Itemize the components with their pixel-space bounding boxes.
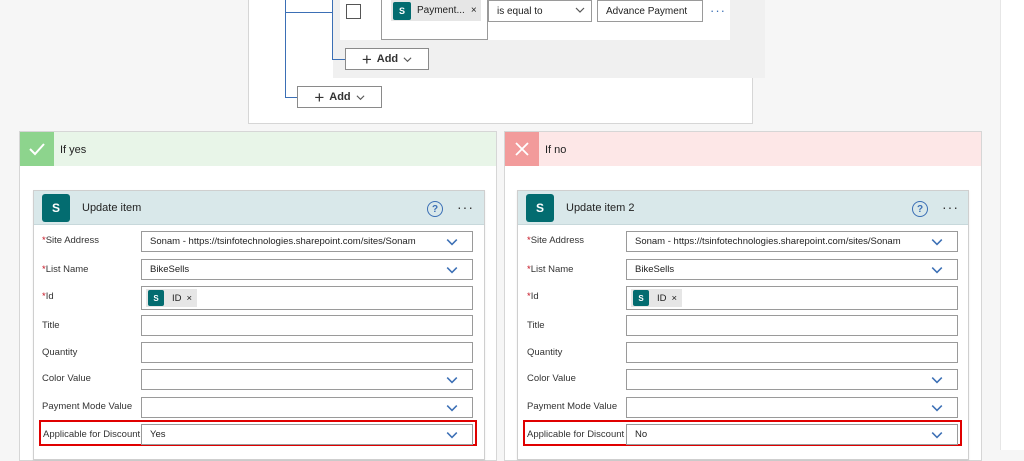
site-address-select[interactable]: Sonam - https://tsinfotechnologies.share… bbox=[626, 231, 958, 252]
site-address-select[interactable]: Sonam - https://tsinfotechnologies.share… bbox=[141, 231, 473, 252]
title-input[interactable] bbox=[626, 315, 958, 336]
discount-select[interactable]: No bbox=[626, 424, 958, 445]
discount-value: Yes bbox=[150, 429, 166, 440]
discount-select[interactable]: Yes bbox=[141, 424, 473, 445]
add-group-label: Add bbox=[329, 91, 351, 103]
sharepoint-icon: S bbox=[42, 193, 70, 222]
plus-icon: + bbox=[314, 87, 325, 107]
close-icon bbox=[505, 132, 539, 166]
condition-more-icon[interactable]: ··· bbox=[710, 3, 726, 18]
if-no-label: If no bbox=[545, 144, 567, 156]
sharepoint-icon: S bbox=[393, 1, 411, 20]
id-label: *Id bbox=[527, 291, 539, 302]
quantity-label: Quantity bbox=[42, 347, 78, 358]
add-group-button[interactable]: + Add bbox=[297, 86, 382, 108]
chevron-down-icon bbox=[446, 377, 458, 384]
title-label: Title bbox=[42, 320, 60, 331]
color-value-select[interactable] bbox=[141, 369, 473, 390]
update-item-2-header[interactable]: S Update item 2 bbox=[518, 191, 968, 225]
id-token[interactable]: S ID × bbox=[631, 289, 683, 307]
chevron-down-icon bbox=[356, 94, 365, 100]
canvas-scrollbar-track[interactable] bbox=[1000, 0, 1024, 450]
tree-line-inner bbox=[332, 0, 333, 60]
chevron-down-icon bbox=[446, 405, 458, 412]
tree-line-outer-branch bbox=[285, 97, 297, 98]
id-label: *Id bbox=[42, 291, 54, 302]
quantity-input[interactable] bbox=[141, 342, 473, 363]
chevron-down-icon bbox=[931, 239, 943, 246]
add-condition-label: Add bbox=[376, 53, 399, 65]
condition-value-text: Advance Payment bbox=[606, 5, 688, 17]
color-value-select[interactable] bbox=[626, 369, 958, 390]
sharepoint-icon: S bbox=[633, 290, 649, 306]
token-remove-icon[interactable]: × bbox=[672, 293, 678, 304]
chevron-down-icon bbox=[446, 267, 458, 274]
payment-mode-label: Payment Mode Value bbox=[527, 401, 618, 412]
condition-token-label: Payment... bbox=[417, 5, 465, 16]
chevron-down-icon bbox=[403, 56, 412, 62]
chevron-down-icon bbox=[931, 432, 943, 439]
token-remove-icon[interactable]: × bbox=[187, 293, 193, 304]
more-options-icon[interactable]: ··· bbox=[942, 199, 959, 215]
help-icon[interactable]: ? bbox=[912, 201, 928, 217]
payment-mode-select[interactable] bbox=[141, 397, 473, 418]
chevron-down-icon bbox=[931, 377, 943, 384]
title-label: Title bbox=[527, 320, 545, 331]
condition-token-payment[interactable]: S Payment... × bbox=[391, 0, 481, 21]
sharepoint-icon: S bbox=[526, 193, 554, 222]
site-address-label: *Site Address bbox=[42, 235, 100, 246]
discount-value: No bbox=[635, 429, 648, 440]
tree-line-inner-branch bbox=[332, 59, 345, 60]
tree-line-outer bbox=[285, 0, 286, 98]
id-token[interactable]: S ID × bbox=[146, 289, 198, 307]
if-yes-label: If yes bbox=[60, 144, 87, 156]
title-input[interactable] bbox=[141, 315, 473, 336]
update-item-header[interactable]: S Update item bbox=[34, 191, 484, 225]
plus-icon: + bbox=[361, 49, 372, 69]
help-icon[interactable]: ? bbox=[427, 201, 443, 217]
update-item-2-title: Update item 2 bbox=[566, 201, 635, 214]
chevron-down-icon bbox=[575, 7, 585, 13]
discount-label: Applicable for Discount bbox=[527, 429, 625, 440]
id-input[interactable]: S ID × bbox=[626, 286, 958, 310]
list-name-value: BikeSells bbox=[150, 264, 190, 275]
token-remove-icon[interactable]: × bbox=[471, 5, 477, 16]
chevron-down-icon bbox=[931, 405, 943, 412]
condition-value-input[interactable]: Advance Payment bbox=[597, 0, 703, 22]
chevron-down-icon bbox=[931, 267, 943, 274]
condition-operator-select[interactable]: is equal to bbox=[488, 0, 592, 22]
list-name-select[interactable]: BikeSells bbox=[626, 259, 958, 280]
more-options-icon[interactable]: ··· bbox=[457, 199, 474, 215]
list-name-value: BikeSells bbox=[635, 264, 675, 275]
checkmark-icon bbox=[20, 132, 54, 166]
chevron-down-icon bbox=[446, 239, 458, 246]
chevron-down-icon bbox=[446, 432, 458, 439]
condition-operator-value: is equal to bbox=[497, 5, 543, 17]
payment-mode-label: Payment Mode Value bbox=[42, 401, 133, 412]
add-condition-button[interactable]: + Add bbox=[345, 48, 429, 70]
sharepoint-icon: S bbox=[148, 290, 164, 306]
if-no-header[interactable] bbox=[505, 132, 981, 166]
quantity-label: Quantity bbox=[527, 347, 563, 358]
id-input[interactable]: S ID × bbox=[141, 286, 473, 310]
update-item-title: Update item bbox=[82, 201, 142, 214]
site-address-value: Sonam - https://tsinfotechnologies.share… bbox=[635, 236, 901, 247]
list-name-label: *List Name bbox=[527, 264, 574, 275]
discount-label: Applicable for Discount bbox=[43, 429, 141, 440]
color-value-label: Color Value bbox=[42, 373, 91, 384]
site-address-label: *Site Address bbox=[527, 235, 585, 246]
condition-row-checkbox[interactable] bbox=[346, 4, 361, 19]
list-name-select[interactable]: BikeSells bbox=[141, 259, 473, 280]
if-yes-header[interactable] bbox=[20, 132, 496, 166]
list-name-label: *List Name bbox=[42, 264, 89, 275]
quantity-input[interactable] bbox=[626, 342, 958, 363]
color-value-label: Color Value bbox=[527, 373, 576, 384]
tree-line-top-branch bbox=[285, 12, 332, 13]
payment-mode-select[interactable] bbox=[626, 397, 958, 418]
site-address-value: Sonam - https://tsinfotechnologies.share… bbox=[150, 236, 416, 247]
